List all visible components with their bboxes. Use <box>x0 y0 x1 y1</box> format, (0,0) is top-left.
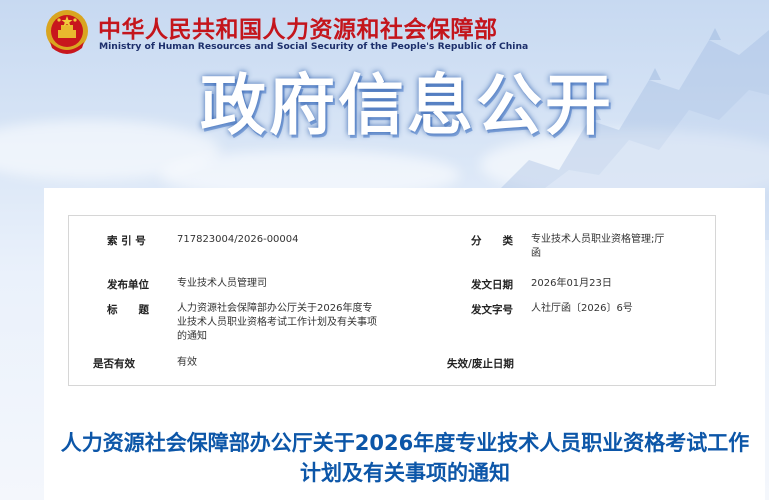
docno-label: 发文字号 <box>471 304 513 316</box>
validity-value: 有效 <box>177 357 197 368</box>
document-info-table: 索 引 号 717823004/2026-00004 分 类 专业技术人员职业资… <box>68 215 716 386</box>
docno-value: 人社厅函〔2026〕6号 <box>531 303 633 314</box>
publisher-value: 专业技术人员管理司 <box>177 278 267 289</box>
ministry-name-en[interactable]: Ministry of Human Resources and Social S… <box>99 41 539 52</box>
category-label: 分 类 <box>471 235 513 247</box>
date-label: 发文日期 <box>471 279 513 291</box>
category-value: 专业技术人员职业资格管理;厅函 <box>531 234 665 259</box>
validity-label: 是否有效 <box>93 358 135 370</box>
ministry-name-cn[interactable]: 中华人民共和国人力资源和社会保障部 <box>98 10 538 44</box>
index-label: 索 引 号 <box>107 235 146 247</box>
publisher-label: 发布单位 <box>107 279 149 291</box>
notice-title: 人力资源社会保障部办公厅关于2026年度专业技术人员职业资格考试工作计划及有关事… <box>60 431 750 485</box>
content-panel: 索 引 号 717823004/2026-00004 分 类 专业技术人员职业资… <box>44 188 765 500</box>
expiry-label: 失效/废止日期 <box>447 358 514 370</box>
index-value: 717823004/2026-00004 <box>177 234 299 245</box>
title-label: 标 题 <box>107 304 149 316</box>
date-value: 2026年01月23日 <box>531 278 612 289</box>
page-banner-title: 政府信息公开 <box>200 67 614 144</box>
national-emblem-icon[interactable] <box>44 8 90 56</box>
title-value: 人力资源社会保障部办公厅关于2026年度专业技术人员职业资格考试工作计划及有关事… <box>177 303 377 342</box>
